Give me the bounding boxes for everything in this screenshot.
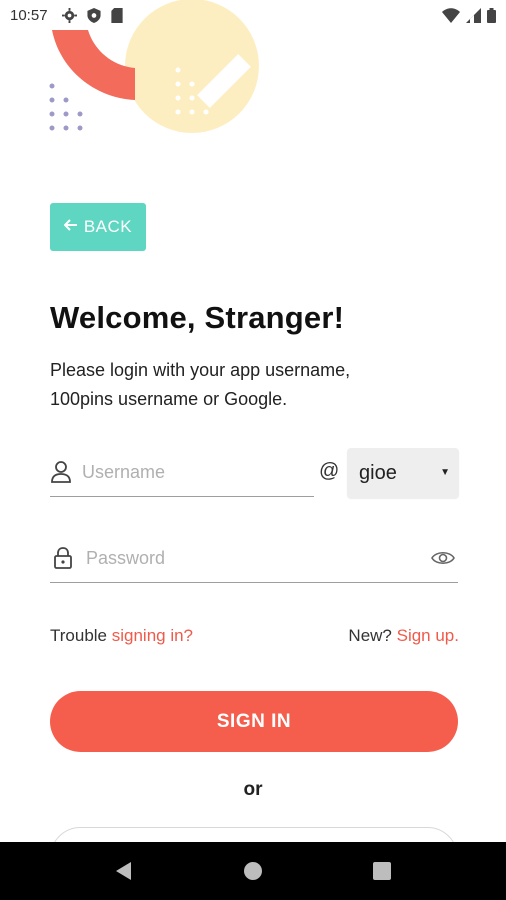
at-sign: @ [319, 460, 340, 482]
lock-icon [50, 545, 76, 571]
password-field[interactable] [50, 534, 458, 583]
shield-icon [86, 7, 101, 23]
wifi-icon [442, 7, 460, 23]
back-button[interactable]: BACK [50, 203, 146, 251]
status-right-icons [442, 7, 496, 23]
battery-icon [487, 7, 496, 23]
page-title: Welcome, Stranger! [50, 300, 345, 335]
trouble-prefix: Trouble [50, 626, 112, 645]
sign-up-link[interactable]: Sign up. [397, 626, 459, 645]
sign-in-button[interactable]: SIGN IN [50, 691, 458, 752]
domain-select-value: gioe [359, 461, 397, 484]
home-circle-icon[interactable] [233, 851, 273, 891]
signal-icon [466, 7, 481, 23]
username-input[interactable] [82, 448, 314, 496]
status-left-icons [61, 7, 123, 23]
password-input[interactable] [86, 534, 428, 582]
back-button-label: BACK [83, 217, 133, 236]
new-signup: New? Sign up. [348, 626, 459, 646]
signing-in-link[interactable]: signing in? [112, 626, 193, 645]
username-field[interactable] [50, 448, 314, 497]
gear-icon [61, 7, 77, 23]
sd-card-icon [110, 7, 123, 23]
overview-square-icon[interactable] [362, 851, 402, 891]
domain-select[interactable]: gioe ▼ [347, 448, 459, 498]
new-prefix: New? [348, 626, 397, 645]
arrow-left-icon [63, 219, 78, 235]
trouble-signing-in: Trouble signing in? [50, 626, 193, 646]
caret-down-icon: ▼ [440, 467, 450, 478]
navigation-bar [0, 842, 506, 900]
user-icon [50, 459, 72, 485]
back-triangle-icon[interactable] [104, 851, 144, 891]
decor-dots-purple [49, 83, 83, 131]
or-divider: or [243, 779, 263, 800]
page-subtitle: Please login with your app username, 100… [50, 360, 351, 409]
decor-red-arc [52, 30, 135, 100]
eye-icon[interactable] [428, 543, 458, 573]
status-time: 10:57 [10, 6, 48, 24]
status-bar: 10:57 [0, 0, 506, 30]
